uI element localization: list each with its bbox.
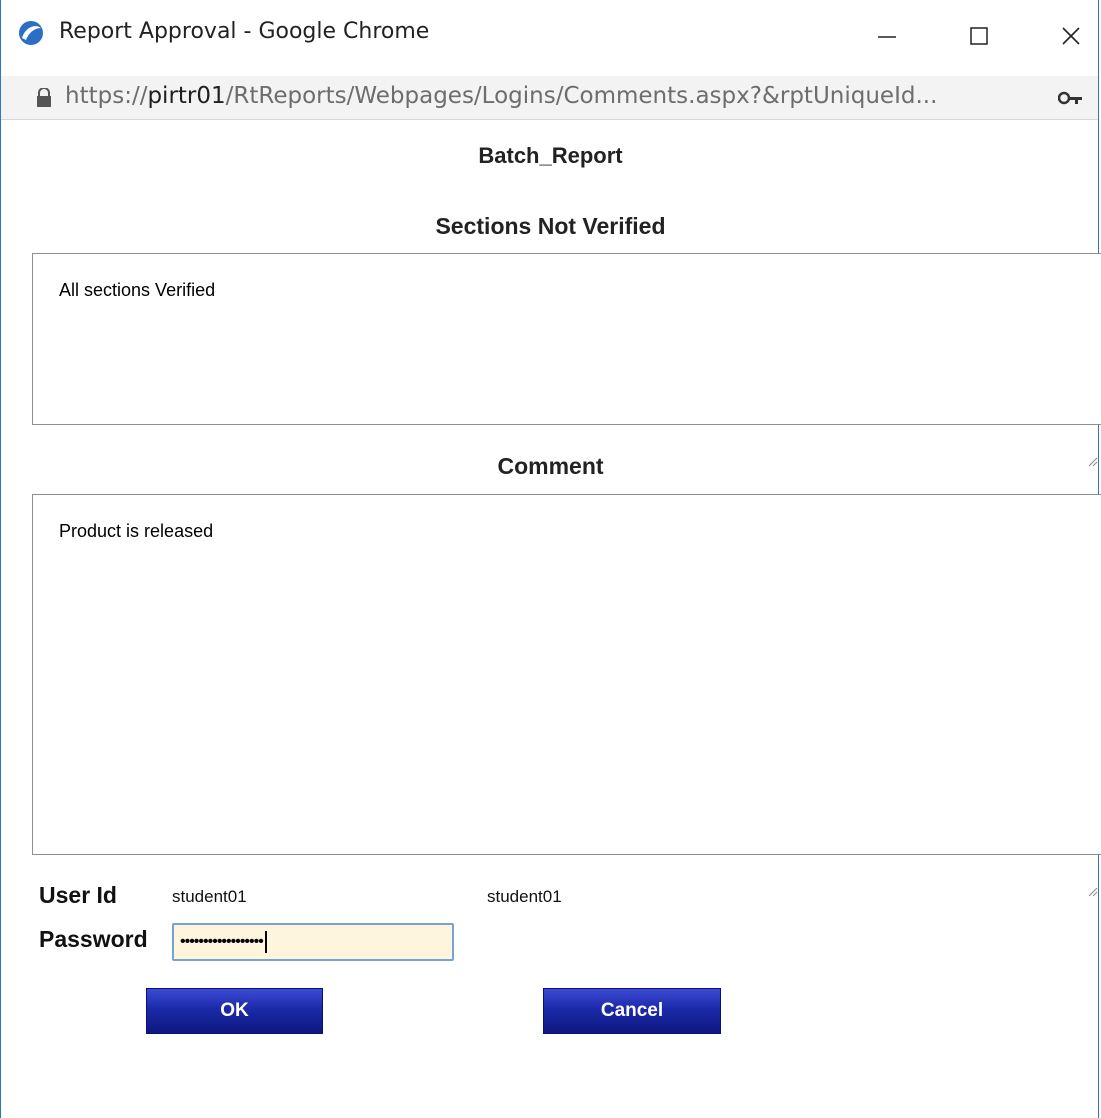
url-text[interactable]: https://pirtr01/RtReports/Webpages/Login… — [65, 83, 937, 109]
close-button[interactable] — [1041, 0, 1101, 76]
ok-button[interactable]: OK — [146, 988, 323, 1034]
title-bar: Report Approval - Google Chrome — [1, 0, 1098, 76]
password-label: Password — [39, 926, 148, 952]
url-scheme: https:// — [65, 83, 148, 109]
lock-icon[interactable] — [35, 87, 53, 113]
resize-grip-icon[interactable] — [1086, 839, 1098, 897]
url-path: /RtReports/Webpages/Logins/Comments.aspx… — [225, 83, 938, 109]
url-host: pirtr01 — [147, 83, 226, 109]
comment-heading: Comment — [497, 453, 604, 479]
user-id-value: student01 — [172, 887, 247, 906]
address-bar[interactable]: https://pirtr01/RtReports/Webpages/Login… — [1, 76, 1098, 120]
sections-value: All sections Verified — [59, 280, 216, 300]
password-mask: •••••••••••••••••• — [180, 933, 264, 950]
close-icon — [1060, 25, 1082, 52]
minimize-icon — [876, 25, 898, 52]
comment-textarea[interactable]: Product is released — [32, 494, 1101, 897]
user-id-label: User Id — [39, 882, 117, 908]
password-field[interactable]: •••••••••••••••••• — [172, 923, 454, 961]
comment-value: Product is released — [59, 521, 214, 541]
browser-window: Report Approval - Google Chrome https://… — [0, 0, 1101, 1118]
window-title: Report Approval - Google Chrome — [59, 19, 430, 44]
chrome-app-icon — [18, 20, 44, 46]
report-name: Batch_Report — [478, 143, 623, 168]
key-icon[interactable] — [1057, 88, 1084, 113]
sections-heading: Sections Not Verified — [435, 213, 666, 239]
resize-grip-icon[interactable] — [1086, 409, 1098, 467]
text-caret — [264, 931, 267, 953]
maximize-button[interactable] — [949, 0, 1009, 76]
minimize-button[interactable] — [857, 0, 917, 76]
sections-not-verified-textarea[interactable]: All sections Verified — [32, 253, 1101, 467]
user-id-value-secondary: student01 — [487, 887, 562, 906]
maximize-icon — [968, 25, 990, 52]
cancel-button[interactable]: Cancel — [543, 988, 721, 1034]
